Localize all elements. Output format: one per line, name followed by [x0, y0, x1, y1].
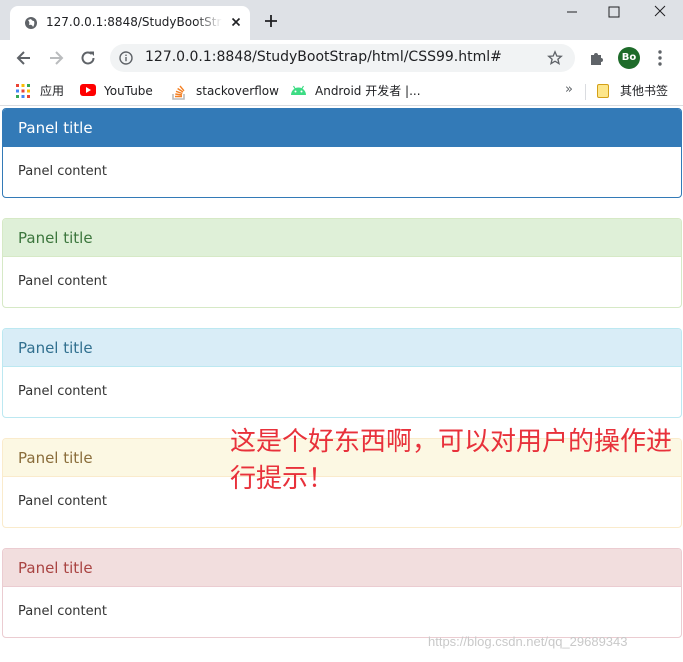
- bookmark-apps[interactable]: 应用: [16, 82, 68, 100]
- panel-title: Panel title: [3, 109, 681, 147]
- maximize-icon[interactable]: [604, 4, 624, 20]
- bookmark-other-folder[interactable]: 其他书签: [597, 82, 677, 100]
- panel-success: Panel title Panel content: [2, 218, 682, 308]
- panel-content: Panel content: [18, 274, 107, 289]
- close-tab-icon[interactable]: [228, 14, 244, 30]
- panel-content: Panel content: [18, 604, 107, 619]
- bookmark-label: stackoverflow: [196, 84, 279, 98]
- panel-primary: Panel title Panel content: [2, 108, 682, 198]
- forward-arrow-icon[interactable]: [46, 48, 66, 68]
- bookmark-youtube[interactable]: YouTube: [80, 82, 160, 100]
- bookmark-label: 其他书签: [620, 84, 669, 98]
- watermark-text: https://blog.csdn.net/qq_29689343: [428, 634, 628, 649]
- bookmark-label: 应用: [40, 84, 65, 98]
- stackoverflow-icon: [172, 85, 185, 100]
- panel-danger: Panel title Panel content: [2, 548, 682, 638]
- info-icon[interactable]: [119, 51, 133, 65]
- page-content: Panel title Panel content Panel title Pa…: [0, 106, 683, 662]
- bookmarks-separator: [585, 84, 586, 100]
- panel-content: Panel content: [18, 384, 107, 399]
- youtube-icon: [80, 84, 96, 96]
- apps-grid-icon: [16, 84, 30, 98]
- url-text: 127.0.0.1:8848/StudyBootStrap/html/CSS99…: [145, 49, 502, 65]
- tab-title: 127.0.0.1:8848/StudyBootStrap/html/CSS99…: [46, 15, 222, 29]
- bookmarks-bar: 应用 YouTube stackoverflow Android 开发者 |..…: [0, 76, 683, 106]
- folder-icon: [597, 84, 609, 98]
- back-arrow-icon[interactable]: [14, 48, 34, 68]
- profile-avatar[interactable]: Bo: [618, 47, 640, 69]
- browser-toolbar: 127.0.0.1:8848/StudyBootStrap/html/CSS99…: [0, 40, 683, 76]
- minimize-icon[interactable]: [560, 4, 584, 20]
- tab-strip: 127.0.0.1:8848/StudyBootStrap/html/CSS99…: [0, 0, 683, 40]
- panel-content: Panel content: [18, 164, 107, 179]
- bookmark-label: Android 开发者 |...: [315, 84, 421, 98]
- panel-title: Panel title: [3, 329, 681, 367]
- bookmark-android[interactable]: Android 开发者 |...: [290, 82, 430, 100]
- annotation-text: 这是个好东西啊，可以对用户的操作进行提示！: [230, 427, 673, 494]
- reload-icon[interactable]: [78, 48, 98, 68]
- bookmark-stackoverflow[interactable]: stackoverflow: [172, 82, 279, 100]
- new-tab-icon[interactable]: [262, 12, 280, 30]
- panel-title: Panel title: [3, 219, 681, 257]
- globe-icon: [25, 17, 37, 29]
- address-bar[interactable]: 127.0.0.1:8848/StudyBootStrap/html/CSS99…: [110, 44, 575, 72]
- bookmark-star-icon[interactable]: [547, 50, 563, 66]
- bookmark-label: YouTube: [104, 84, 153, 98]
- bookmarks-overflow-chevron-icon[interactable]: »: [565, 82, 579, 98]
- android-icon: [291, 85, 306, 95]
- browser-tab[interactable]: 127.0.0.1:8848/StudyBootStrap/html/CSS99…: [10, 6, 250, 40]
- panel-info: Panel title Panel content: [2, 328, 682, 418]
- panel-title: Panel title: [3, 549, 681, 587]
- extensions-puzzle-icon[interactable]: [588, 49, 606, 67]
- more-menu-icon[interactable]: [652, 49, 668, 67]
- window-close-icon[interactable]: [650, 3, 670, 21]
